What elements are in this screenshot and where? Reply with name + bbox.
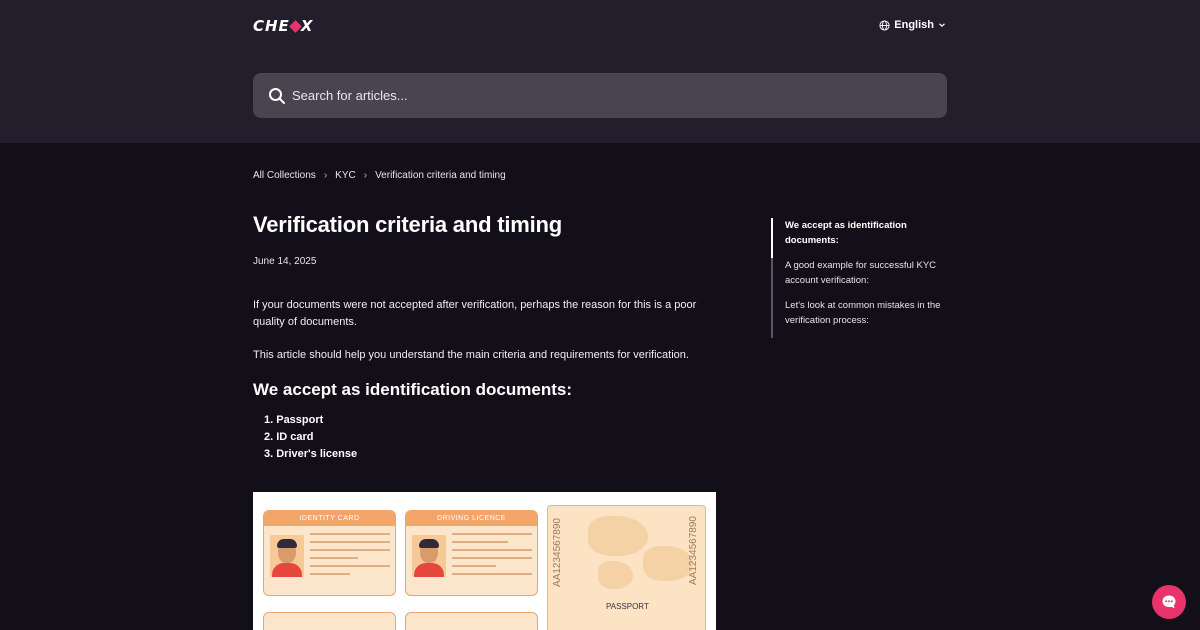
identity-card-label: IDENTITY CARD <box>264 511 395 526</box>
person-photo-icon <box>412 535 446 577</box>
id-documents-image: IDENTITY CARD DRIVING LICENCE AA12345678… <box>253 492 716 630</box>
card-text-lines <box>310 533 390 581</box>
article-date: June 14, 2025 <box>253 256 317 267</box>
breadcrumb-current: Verification criteria and timing <box>375 170 506 181</box>
passport-illustration: AA1234567890 AA1234567890 PASSPORT <box>547 505 706 630</box>
table-of-contents: We accept as identification documents: A… <box>771 218 941 338</box>
passport-label: PASSPORT <box>606 602 649 611</box>
article-paragraph: This article should help you understand … <box>253 349 689 361</box>
identity-card-illustration: IDENTITY CARD <box>263 510 396 596</box>
language-selector[interactable]: English <box>879 19 946 31</box>
search-bar[interactable] <box>253 73 947 118</box>
toc-item-good-example[interactable]: A good example for successful KYC accoun… <box>785 258 941 288</box>
logo-text-part: CHE <box>253 17 290 35</box>
passport-number: AA1234567890 <box>688 516 699 585</box>
breadcrumb-kyc[interactable]: KYC <box>335 170 356 181</box>
brand-logo[interactable]: CHE X <box>253 17 313 35</box>
toc-item-common-mistakes[interactable]: Let's look at common mistakes in the ver… <box>785 298 941 328</box>
card-illustration <box>405 612 538 630</box>
chat-bubble-icon <box>1162 595 1176 609</box>
chevron-right-icon: › <box>363 170 368 181</box>
search-input[interactable] <box>292 88 892 103</box>
chat-launcher-button[interactable] <box>1152 585 1186 619</box>
person-photo-icon <box>270 535 304 577</box>
breadcrumb-all-collections[interactable]: All Collections <box>253 170 316 181</box>
toc-item-identification-documents[interactable]: We accept as identification documents: <box>785 218 941 248</box>
passport-number: AA1234567890 <box>552 518 563 587</box>
toc-active-indicator <box>771 218 773 258</box>
breadcrumb: All Collections › KYC › Verification cri… <box>253 170 506 181</box>
logo-mark-icon <box>288 19 302 33</box>
search-icon <box>269 87 285 104</box>
driving-licence-illustration: DRIVING LICENCE <box>405 510 538 596</box>
list-item: 1. Passport <box>264 414 324 426</box>
chevron-down-icon <box>939 23 945 28</box>
document-list: 1. Passport 2. ID card 3. Driver's licen… <box>264 412 357 463</box>
driving-licence-label: DRIVING LICENCE <box>406 511 537 526</box>
chevron-right-icon: › <box>323 170 328 181</box>
logo-text-part: X <box>300 17 314 35</box>
article-paragraph: If your documents were not accepted afte… <box>253 299 697 328</box>
article-title: Verification criteria and timing <box>253 212 563 237</box>
card-illustration <box>263 612 396 630</box>
site-header: CHE X English <box>0 0 1200 143</box>
section-heading: We accept as identification documents: <box>253 380 572 399</box>
list-item: 2. ID card <box>264 431 314 443</box>
globe-icon <box>879 19 890 31</box>
card-text-lines <box>452 533 532 581</box>
list-item: 3. Driver's license <box>264 448 358 460</box>
language-label: English <box>894 19 934 31</box>
